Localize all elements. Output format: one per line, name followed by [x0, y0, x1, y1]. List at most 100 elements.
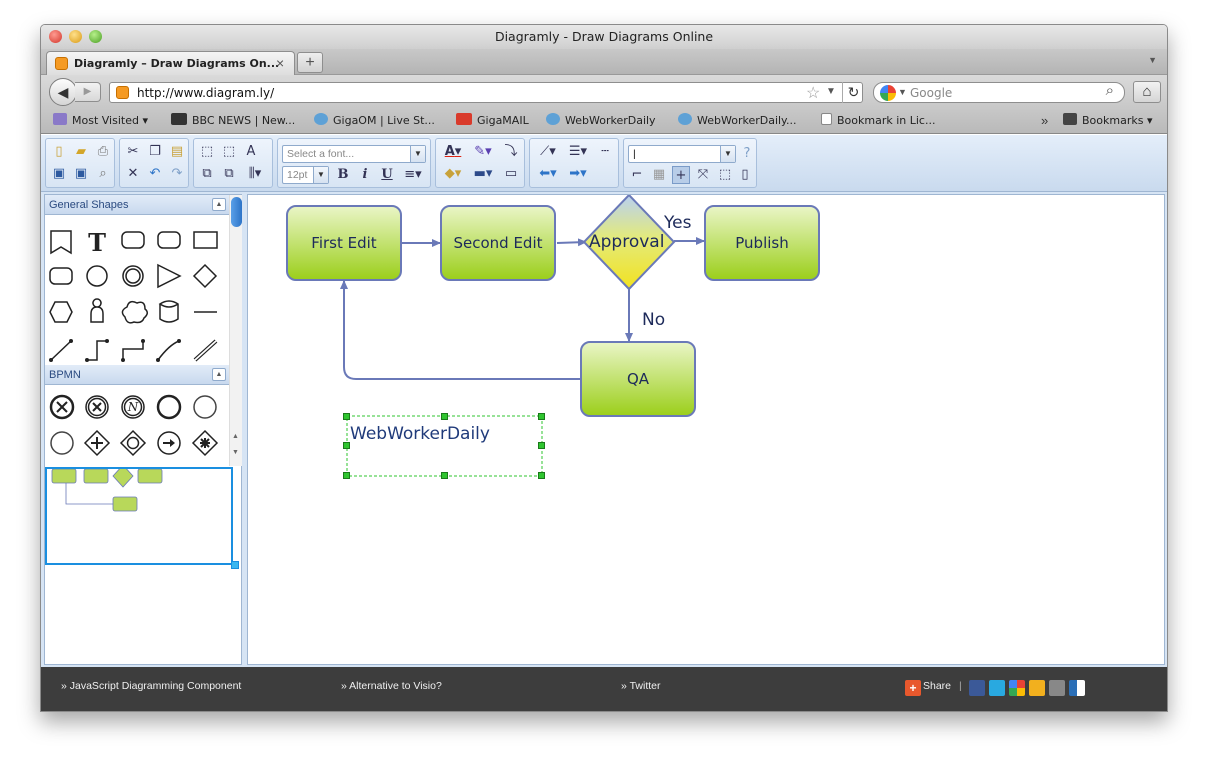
more-bookmarks-chevron-icon[interactable]: »: [1041, 113, 1048, 128]
grid-icon[interactable]: ▦: [650, 166, 668, 184]
bookmark-bbc-news[interactable]: BBC NEWS | New...: [171, 113, 295, 127]
sidebar-scroll-thumb[interactable]: [231, 197, 242, 227]
zoom-window-button[interactable]: [89, 30, 102, 43]
open-icon[interactable]: ▰: [72, 143, 90, 161]
underline-button[interactable]: U: [378, 166, 396, 184]
help-icon[interactable]: ?: [738, 145, 756, 163]
node-publish[interactable]: Publish: [704, 205, 820, 281]
copy-icon[interactable]: ❐: [146, 143, 164, 161]
bpmn-header[interactable]: BPMN ▲: [45, 365, 229, 385]
italic-button[interactable]: i: [356, 166, 374, 184]
tab-list-icon[interactable]: ▼: [1148, 55, 1157, 65]
bold-button[interactable]: B: [334, 166, 352, 184]
undo-icon[interactable]: ↶: [146, 165, 164, 183]
scroll-down-icon[interactable]: ▼: [232, 449, 239, 456]
resize-handle[interactable]: [343, 472, 350, 479]
dash-pattern-icon[interactable]: ┄: [596, 143, 614, 161]
resize-handle[interactable]: [441, 472, 448, 479]
node-second-edit[interactable]: Second Edit: [440, 205, 556, 281]
diagram-canvas[interactable]: First Edit Second Edit Approval Publish …: [247, 194, 1165, 665]
edge-label-yes[interactable]: Yes: [664, 213, 691, 233]
print-icon[interactable]: ⎙: [94, 143, 112, 161]
fill-color-icon[interactable]: ◆▾: [440, 165, 466, 183]
bookmark-share-icon[interactable]: [1029, 680, 1045, 696]
footer-link-visio[interactable]: » Alternative to Visio?: [341, 680, 442, 692]
paste-icon[interactable]: ▤: [168, 143, 186, 161]
address-bar[interactable]: http://www.diagram.ly/ ☆ ▼ ↻: [109, 82, 863, 103]
group-icon[interactable]: ⬚: [198, 143, 216, 161]
bookmark-gigaom[interactable]: GigaOM | Live St...: [314, 113, 435, 127]
font-size-select[interactable]: 12pt ▼: [282, 166, 329, 184]
scroll-up-icon[interactable]: ▲: [232, 433, 239, 440]
outline-overview[interactable]: [45, 464, 239, 569]
shape-text[interactable]: T: [88, 228, 106, 257]
resize-handle[interactable]: [343, 413, 350, 420]
print-preview-icon[interactable]: ⌕: [94, 165, 112, 183]
close-window-button[interactable]: [49, 30, 62, 43]
text-box-webworkerdaily[interactable]: WebWorkerDaily: [350, 424, 490, 444]
align-dropdown-icon[interactable]: ⫼▾: [242, 165, 268, 183]
save-icon[interactable]: ▣: [50, 165, 68, 183]
connector-mode-icon[interactable]: ⌐: [628, 166, 646, 184]
font-size-dropdown-icon[interactable]: ▼: [313, 167, 328, 183]
bookmark-webworkerdaily-2[interactable]: WebWorkerDaily...: [678, 113, 797, 127]
collapse-icon[interactable]: ▲: [212, 368, 226, 381]
select-all-icon[interactable]: ⬚: [716, 166, 734, 184]
search-icon[interactable]: ⌕: [1106, 82, 1114, 99]
cut-icon[interactable]: ✂: [124, 143, 142, 161]
node-approval-label[interactable]: Approval: [589, 232, 664, 252]
start-arrow-icon[interactable]: ⬅▾: [534, 165, 562, 183]
outline-resize-handle[interactable]: [231, 561, 239, 569]
node-qa[interactable]: QA: [580, 341, 696, 417]
shadow-icon[interactable]: ▭: [502, 165, 520, 183]
line-width-icon[interactable]: ☰▾: [564, 143, 592, 161]
tab-diagramly[interactable]: Diagramly – Draw Diagrams On... ×: [46, 51, 295, 75]
save-as-icon[interactable]: ▣: [72, 165, 90, 183]
resize-handle[interactable]: [538, 442, 545, 449]
facebook-icon[interactable]: [969, 680, 985, 696]
resize-handle[interactable]: [538, 472, 545, 479]
url-history-dropdown-icon[interactable]: ▼: [826, 86, 836, 97]
text-format-icon[interactable]: A: [242, 143, 260, 161]
twitter-icon[interactable]: [989, 680, 1005, 696]
new-tab-button[interactable]: +: [297, 52, 323, 73]
line-color-icon[interactable]: ✎▾: [470, 143, 496, 161]
share-button[interactable]: Share: [923, 680, 951, 692]
share-plus-icon[interactable]: +: [905, 680, 921, 696]
minimize-window-button[interactable]: [69, 30, 82, 43]
guides-icon[interactable]: +: [672, 166, 690, 184]
sidebar-scrollbar[interactable]: ▲ ▼: [229, 195, 242, 466]
back-button[interactable]: ◀: [49, 78, 77, 106]
bookmark-star-icon[interactable]: ☆: [806, 83, 820, 103]
search-box[interactable]: ▼ Google ⌕: [873, 82, 1125, 103]
general-shapes-header[interactable]: General Shapes ▲: [45, 195, 229, 215]
bookmarks-menu[interactable]: Bookmarks ▾: [1063, 113, 1152, 127]
more-share-icon[interactable]: [1069, 680, 1085, 696]
text-align-dropdown-icon[interactable]: ≡▾: [400, 166, 426, 184]
resize-handle[interactable]: [538, 413, 545, 420]
font-color-button[interactable]: A▾: [440, 143, 466, 161]
search-engine-dropdown-icon[interactable]: ▼: [898, 87, 907, 97]
node-first-edit[interactable]: First Edit: [286, 205, 402, 281]
fit-icon[interactable]: ⤧: [694, 166, 712, 184]
ungroup-icon[interactable]: ⬚: [220, 143, 238, 161]
font-dropdown-icon[interactable]: ▼: [410, 146, 425, 162]
to-front-icon[interactable]: ⧉: [198, 165, 216, 183]
end-arrow-icon[interactable]: ➡▾: [564, 165, 592, 183]
zoom-select[interactable]: | ▼: [628, 145, 736, 163]
close-tab-icon[interactable]: ×: [276, 55, 284, 71]
footer-link-twitter[interactable]: » Twitter: [621, 680, 661, 692]
delicious-icon[interactable]: [1049, 680, 1065, 696]
google-share-icon[interactable]: [1009, 680, 1025, 696]
bookmark-webworkerdaily[interactable]: WebWorkerDaily: [546, 113, 656, 127]
to-back-icon[interactable]: ⧉: [220, 165, 238, 183]
footer-link-js-component[interactable]: » JavaScript Diagramming Component: [61, 680, 241, 692]
edge-label-no[interactable]: No: [642, 310, 665, 330]
resize-handle[interactable]: [343, 442, 350, 449]
reload-icon[interactable]: ↻: [842, 82, 864, 103]
google-icon[interactable]: [880, 85, 896, 101]
resize-handle[interactable]: [441, 413, 448, 420]
zoom-dropdown-icon[interactable]: ▼: [720, 146, 735, 162]
font-select[interactable]: Select a font... ▼: [282, 145, 426, 163]
waypoint-icon[interactable]: ⤵: [502, 143, 520, 161]
